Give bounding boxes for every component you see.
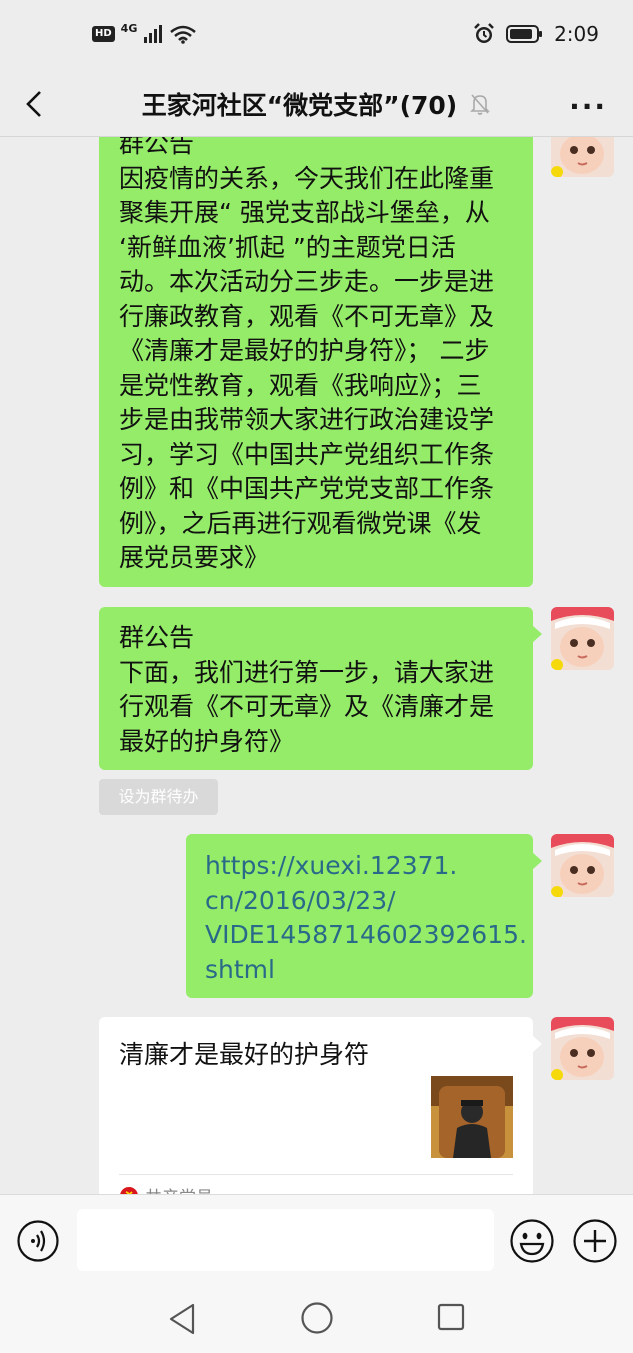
message-input[interactable] [77,1209,494,1271]
link-bubble[interactable]: https://xuexi.12371. cn/2016/03/23/ VIDE… [186,834,542,998]
plus-circle-icon [573,1219,617,1263]
link-text[interactable]: https://xuexi.12371. cn/2016/03/23/ VIDE… [205,849,527,987]
article-thumbnail [431,1076,513,1158]
article-source: 共产党员 [119,1183,213,1194]
set-group-todo-button[interactable]: 设为群待办 [99,779,218,815]
chat-title-text: 王家河社区“微党支部”(70) [141,91,458,120]
emoji-button[interactable] [510,1219,554,1263]
circle-home-icon [301,1302,333,1334]
alarm-icon [474,23,494,43]
avatar[interactable] [551,834,614,897]
announcement-text-2: 群公告 下面，我们进行第一步，请大家进 行观看《不可无章》及《清廉才是 最好的护… [119,623,495,756]
system-back-button[interactable] [166,1301,198,1337]
avatar[interactable] [551,137,614,177]
avatar[interactable] [551,1017,614,1080]
baby-avatar-icon [551,137,614,177]
square-recents-icon [437,1303,465,1331]
voice-icon [17,1220,59,1262]
triangle-back-icon [169,1303,195,1335]
chat-messages[interactable]: 群公告 因疫情的关系，今天我们在此隆重 聚集开展“ 强党支部战斗堡垒，从 ‘新鲜… [0,137,633,1194]
chat-title: 王家河社区“微党支部”(70) [0,86,633,122]
voice-button[interactable] [17,1220,59,1262]
baby-avatar-icon [551,607,614,670]
chat-header: 王家河社区“微党支部”(70) ··· [0,72,633,137]
more-button[interactable]: ··· [569,90,607,123]
card-divider [119,1174,513,1175]
system-home-button[interactable] [300,1301,334,1335]
more-functions-button[interactable] [573,1219,617,1263]
network-label: 4G [120,21,138,35]
clock: 2:09 [554,22,599,46]
status-left: HD 4G [92,21,197,44]
announcement-bubble[interactable]: 群公告 因疫情的关系，今天我们在此隆重 聚集开展“ 强党支部战斗堡垒，从 ‘新鲜… [99,137,542,587]
wifi-icon [170,25,197,44]
battery-icon [506,25,543,43]
bell-off-icon [469,92,491,122]
status-right: 2:09 [472,22,599,46]
article-thumbnail-image [431,1076,513,1158]
article-card[interactable]: 清廉才是最好的护身符 共产党员 [99,1017,542,1194]
article-title: 清廉才是最好的护身符 [119,1040,370,1069]
input-bar [0,1194,633,1287]
smile-icon [510,1219,554,1263]
avatar[interactable] [551,607,614,670]
announcement-text: 群公告 因疫情的关系，今天我们在此隆重 聚集开展“ 强党支部战斗堡垒，从 ‘新鲜… [119,137,495,572]
baby-avatar-icon [551,1017,614,1080]
signal-icon [144,25,163,43]
status-bar: HD 4G 2:09 [0,0,633,72]
system-navigation [0,1287,633,1353]
hd-badge: HD [92,26,115,42]
article-source-name: 共产党员 [145,1183,213,1194]
baby-avatar-icon [551,834,614,897]
announcement-bubble-2[interactable]: 群公告 下面，我们进行第一步，请大家进 行观看《不可无章》及《清廉才是 最好的护… [99,607,542,770]
party-emblem-icon [120,1186,138,1194]
system-recents-button[interactable] [436,1302,466,1332]
